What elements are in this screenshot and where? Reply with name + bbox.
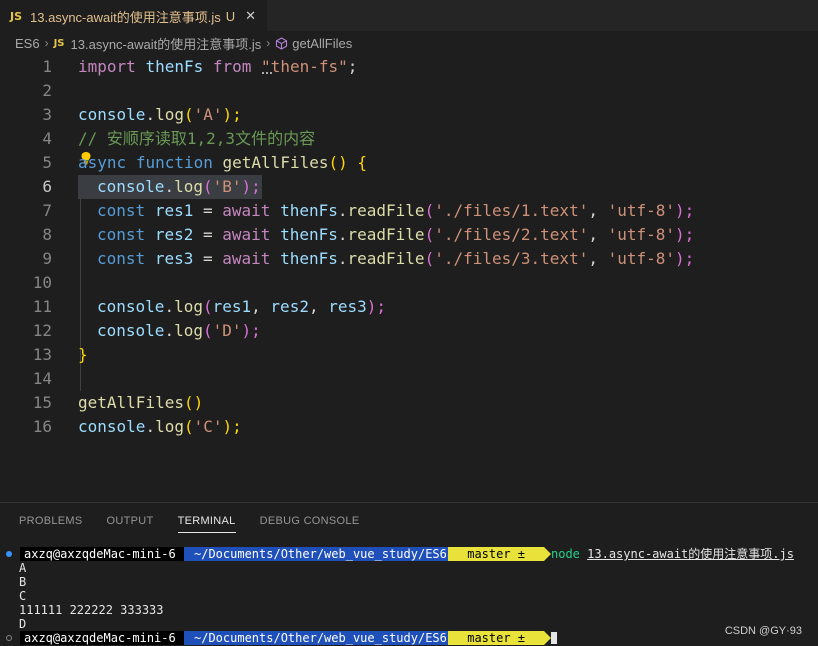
line-number: 10 (32, 273, 52, 292)
tab-output[interactable]: OUTPUT (107, 503, 154, 539)
command-success-icon[interactable] (6, 551, 12, 557)
line-number: 14 (32, 369, 52, 388)
tab-title: 13.async-await的使用注意事项.js (30, 9, 221, 25)
code-editor[interactable]: 1 2 3 4 5 6 7 8 9 10 11 12 13 14 15 16 i… (0, 55, 818, 502)
watermark: CSDN @GY·93 (724, 625, 802, 637)
hint-squiggle (262, 72, 272, 74)
code-line: console.log('A'); (78, 105, 242, 124)
terminal-output-line: C (19, 589, 27, 603)
code-line: const res2 = await thenFs.readFile('./fi… (97, 225, 695, 244)
prompt-user: axzq@axzqdeMac-mini-6 (20, 631, 184, 645)
code-line-active: console.log('B'); (97, 177, 261, 196)
prompt-git-branch: master ± (448, 631, 544, 645)
command-file-link[interactable]: 13.async-await的使用注意事项.js (587, 547, 794, 561)
panel-tab-bar: PROBLEMS OUTPUT TERMINAL DEBUG CONSOLE (0, 503, 818, 539)
chevron-right-icon: › (44, 36, 49, 50)
code-line: console.log(res1, res2, res3); (97, 297, 387, 316)
terminal-prompt: axzq@axzqdeMac-mini-6 ~/Documents/Other/… (0, 547, 818, 561)
breadcrumb-symbol[interactable]: getAllFiles (292, 36, 352, 51)
tab-active-file[interactable]: JS 13.async-await的使用注意事项.js U ✕ (0, 0, 267, 31)
tab-terminal[interactable]: TERMINAL (177, 503, 236, 539)
javascript-file-icon: JS (10, 9, 23, 23)
code-line: import thenFs from "then-fs"; (78, 57, 358, 76)
breadcrumb: ES6 › JS 13.async-await的使用注意事项.js › getA… (0, 31, 818, 55)
terminal-output-line: 111111 222222 333333 (19, 603, 164, 617)
terminal-command: node 13.async-await的使用注意事项.js (551, 547, 794, 561)
line-number: 2 (42, 81, 52, 100)
code-comment: // 安顺序读取1,2,3文件的内容 (78, 129, 316, 148)
close-icon[interactable]: ✕ (245, 8, 256, 24)
prompt-git-branch: master ± (448, 547, 544, 561)
javascript-file-icon: JS (53, 37, 65, 49)
chevron-right-icon: › (266, 36, 271, 50)
terminal-cursor (551, 632, 557, 644)
terminal-output-line: B (19, 575, 27, 589)
tab-problems[interactable]: PROBLEMS (19, 503, 83, 539)
segment-arrow-icon (544, 547, 551, 561)
bottom-panel: PROBLEMS OUTPUT TERMINAL DEBUG CONSOLE a… (0, 502, 818, 646)
command-pending-icon[interactable] (6, 635, 12, 641)
code-line: async function getAllFiles() { (78, 153, 368, 172)
code-line: console.log('D'); (97, 321, 261, 340)
prompt-path: ~/Documents/Other/web_vue_study/ES6 (184, 547, 448, 561)
segment-arrow-icon (544, 631, 551, 645)
code-line: const res1 = await thenFs.readFile('./fi… (97, 201, 695, 220)
editor-tab-bar: JS 13.async-await的使用注意事项.js U ✕ (0, 0, 818, 31)
tab-debug-console[interactable]: DEBUG CONSOLE (260, 503, 360, 539)
function-symbol-icon (275, 36, 288, 50)
code-line: const res3 = await thenFs.readFile('./fi… (97, 249, 695, 268)
breadcrumb-file[interactable]: 13.async-await的使用注意事项.js (71, 34, 262, 53)
terminal-prompt: axzq@axzqdeMac-mini-6 ~/Documents/Other/… (0, 631, 818, 645)
code-line: getAllFiles() (78, 393, 204, 412)
prompt-path: ~/Documents/Other/web_vue_study/ES6 (184, 631, 448, 645)
untracked-status-badge: U (225, 8, 236, 24)
terminal-output-line: A (19, 561, 27, 575)
code-line: } (78, 345, 88, 364)
terminal-output-line: D (19, 617, 27, 631)
breadcrumb-folder[interactable]: ES6 (15, 36, 40, 51)
prompt-user: axzq@axzqdeMac-mini-6 (20, 547, 184, 561)
code-line: console.log('C'); (78, 417, 242, 436)
